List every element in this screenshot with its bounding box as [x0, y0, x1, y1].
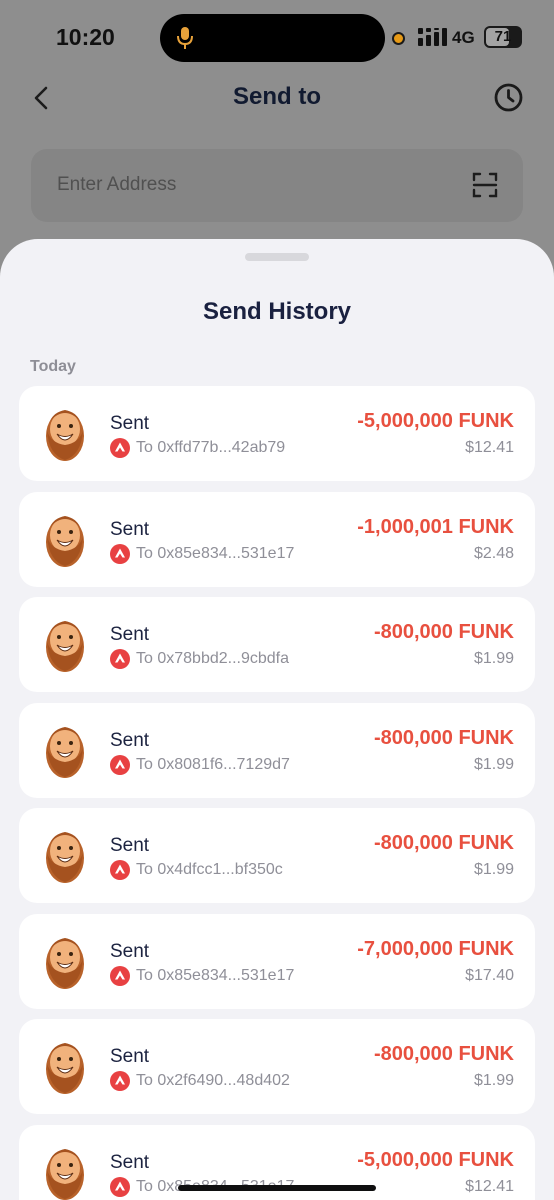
transaction-amount: -1,000,001 FUNK [357, 515, 514, 538]
network-type-label: 4G [452, 28, 475, 47]
avatar [46, 726, 84, 778]
sheet-grabber[interactable] [245, 253, 309, 261]
status-bar: 10:20 4G 71 [0, 0, 554, 76]
avalanche-icon [110, 860, 130, 880]
transaction-recipient: To 0x78bbd2...9cbdfa [136, 650, 290, 667]
section-label-today: Today [30, 358, 76, 375]
transaction-amount: -800,000 FUNK [373, 621, 514, 643]
avatar [46, 515, 84, 567]
transaction-type: Sent [110, 1046, 150, 1067]
transaction-usd-value: $2.48 [473, 544, 514, 562]
transaction-recipient: To 0x85e834...531e17 [136, 966, 295, 984]
transaction-row[interactable]: Sent To 0xffd77b...42ab79 -5,000,000 FUN… [19, 386, 535, 481]
transaction-usd-value: $12.41 [465, 1177, 514, 1195]
avalanche-icon [110, 1176, 130, 1197]
page-title: Send to [233, 83, 321, 110]
transaction-usd-value: $17.40 [465, 966, 514, 984]
transaction-row[interactable]: Sent To 0x4dfcc1...bf350c -800,000 FUNK … [19, 808, 535, 903]
status-time: 10:20 [56, 24, 115, 50]
avalanche-icon [110, 438, 130, 458]
transaction-recipient: To 0x4dfcc1...bf350c [136, 861, 283, 878]
sheet-title: Send History [202, 298, 352, 325]
transaction-type: Sent [110, 940, 150, 962]
clock-icon[interactable] [493, 82, 524, 113]
transaction-row[interactable]: Sent To 0x8081f6...7129d7 -800,000 FUNK … [19, 702, 535, 798]
transaction-type: Sent [110, 729, 150, 751]
avatar [46, 832, 84, 883]
transaction-row[interactable]: Sent To 0x78bbd2...9cbdfa -800,000 FUNK … [19, 597, 535, 692]
address-field-container[interactable] [31, 149, 523, 222]
home-indicator [178, 1185, 376, 1191]
transaction-recipient: To 0x85e834...531e17 [136, 544, 295, 562]
address-input[interactable] [57, 171, 437, 199]
transaction-amount: -7,000,000 FUNK [357, 937, 514, 960]
transaction-row[interactable]: Sent To 0x85e834...531e17 -7,000,000 FUN… [19, 913, 535, 1009]
microphone-icon [177, 27, 193, 49]
transaction-amount: -5,000,000 FUNK [357, 1148, 514, 1171]
transaction-type: Sent [110, 624, 150, 645]
transaction-row[interactable]: Sent To 0x2f6490...48d402 -800,000 FUNK … [19, 1019, 535, 1114]
transaction-usd-value: $1.99 [473, 755, 514, 773]
scan-icon[interactable] [472, 172, 498, 198]
avalanche-icon [110, 1071, 130, 1091]
transaction-usd-value: $1.99 [473, 650, 514, 667]
transaction-usd-value: $1.99 [473, 861, 514, 878]
avatar [46, 410, 84, 461]
transaction-amount: -800,000 FUNK [373, 726, 514, 749]
recording-indicator-icon [392, 32, 405, 45]
transaction-recipient: To 0x8081f6...7129d7 [136, 755, 290, 773]
transaction-amount: -800,000 FUNK [373, 832, 514, 854]
transaction-type: Sent [110, 413, 150, 434]
avatar [46, 937, 84, 989]
transaction-type: Sent [110, 1151, 150, 1173]
transaction-recipient: To 0xffd77b...42ab79 [136, 439, 286, 456]
avalanche-icon [110, 649, 130, 669]
transaction-usd-value: $12.41 [465, 439, 514, 456]
transaction-recipient: To 0x2f6490...48d402 [136, 1072, 290, 1089]
send-history-sheet: Send History Today Sent To 0xffd77b...42… [0, 239, 554, 1200]
transaction-type: Sent [110, 518, 150, 540]
transaction-amount: -5,000,000 FUNK [357, 410, 514, 432]
avalanche-icon [110, 543, 130, 564]
transaction-type: Sent [110, 835, 150, 856]
avatar [46, 1043, 84, 1094]
avalanche-icon [110, 754, 130, 775]
transaction-amount: -800,000 FUNK [373, 1043, 514, 1065]
transaction-row[interactable]: Sent To 0x85e834...531e17 -1,000,001 FUN… [19, 491, 535, 587]
avatar [46, 621, 84, 672]
transaction-usd-value: $1.99 [473, 1072, 514, 1089]
avatar [46, 1148, 84, 1200]
battery-icon: 71 [484, 26, 522, 48]
battery-percent: 71 [494, 28, 512, 45]
avalanche-icon [110, 965, 130, 986]
cellular-signal-icon [418, 28, 447, 46]
